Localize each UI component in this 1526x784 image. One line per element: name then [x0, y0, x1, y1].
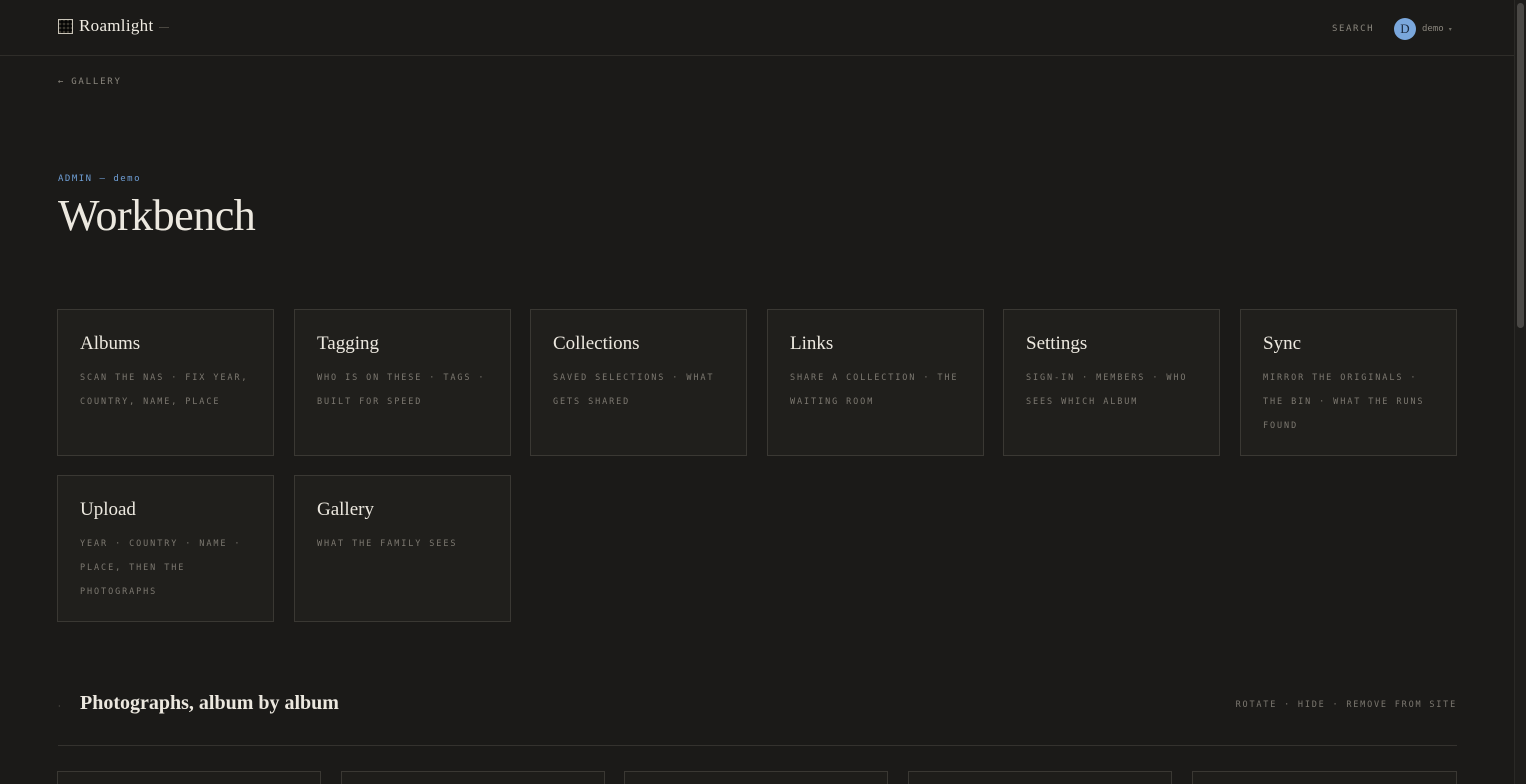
- user-menu[interactable]: D demo ▾: [1394, 18, 1452, 40]
- chevron-down-icon[interactable]: ▾: [1449, 26, 1452, 33]
- brand-link[interactable]: Roamlight: [58, 16, 170, 36]
- brand-divider: [159, 26, 170, 28]
- album-card[interactable]: [624, 771, 888, 784]
- page-title: Workbench: [58, 191, 256, 240]
- album-card[interactable]: [341, 771, 605, 784]
- card-title: Albums: [80, 333, 141, 354]
- card-description: WHO IS ON THESE · TAGS · BUILT FOR SPEED: [317, 373, 486, 407]
- brand-name: Roamlight: [79, 16, 154, 35]
- album-card[interactable]: [57, 771, 321, 784]
- card-title: Settings: [1026, 333, 1088, 354]
- back-to-gallery-link[interactable]: ← GALLERY: [58, 77, 122, 87]
- card-links[interactable]: Links SHARE A COLLECTION · THE WAITING R…: [767, 309, 984, 456]
- card-settings[interactable]: Settings SIGN-IN · MEMBERS · WHO SEES WH…: [1003, 309, 1220, 456]
- card-description: WHAT THE FAMILY SEES: [317, 539, 458, 549]
- album-card[interactable]: [1192, 771, 1457, 784]
- card-title: Tagging: [317, 333, 379, 354]
- avatar[interactable]: D: [1394, 18, 1416, 40]
- top-bar: Roamlight SEARCH D demo ▾: [0, 0, 1514, 56]
- back-link-label: GALLERY: [71, 77, 122, 87]
- card-title: Gallery: [317, 499, 374, 520]
- section-title: Photographs, album by album: [80, 692, 339, 714]
- card-title: Links: [790, 333, 834, 354]
- section-marker: ·: [58, 702, 61, 711]
- photographs-section-header: · Photographs, album by album ROTATE · H…: [58, 690, 1457, 746]
- card-albums[interactable]: Albums SCAN THE NAS · FIX YEAR, COUNTRY,…: [57, 309, 274, 456]
- page-scrollbar[interactable]: [1514, 0, 1526, 784]
- card-description: SIGN-IN · MEMBERS · WHO SEES WHICH ALBUM: [1026, 373, 1188, 407]
- card-description: YEAR · COUNTRY · NAME · PLACE, THEN THE …: [80, 539, 242, 597]
- card-description: SCAN THE NAS · FIX YEAR, COUNTRY, NAME, …: [80, 373, 249, 407]
- search-link[interactable]: SEARCH: [1332, 24, 1374, 34]
- user-name[interactable]: demo: [1422, 24, 1444, 34]
- album-card[interactable]: [908, 771, 1172, 784]
- card-description: SAVED SELECTIONS · WHAT GETS SHARED: [553, 373, 715, 407]
- scrollbar-thumb[interactable]: [1517, 3, 1524, 328]
- card-title: Upload: [80, 499, 136, 520]
- card-gallery[interactable]: Gallery WHAT THE FAMILY SEES: [294, 475, 511, 622]
- card-collections[interactable]: Collections SAVED SELECTIONS · WHAT GETS…: [530, 309, 747, 456]
- card-sync[interactable]: Sync MIRROR THE ORIGINALS · THE BIN · WH…: [1240, 309, 1457, 456]
- card-upload[interactable]: Upload YEAR · COUNTRY · NAME · PLACE, TH…: [57, 475, 274, 622]
- arrow-left-icon: ←: [58, 77, 66, 87]
- page-eyebrow: ADMIN — demo: [58, 174, 142, 184]
- card-tagging[interactable]: Tagging WHO IS ON THESE · TAGS · BUILT F…: [294, 309, 511, 456]
- card-description: MIRROR THE ORIGINALS · THE BIN · WHAT TH…: [1263, 373, 1425, 431]
- card-description: SHARE A COLLECTION · THE WAITING ROOM: [790, 373, 959, 407]
- section-actions: ROTATE · HIDE · REMOVE FROM SITE: [1235, 700, 1457, 710]
- photo-stack-icon: [58, 18, 73, 34]
- card-title: Sync: [1263, 333, 1301, 354]
- card-title: Collections: [553, 333, 640, 354]
